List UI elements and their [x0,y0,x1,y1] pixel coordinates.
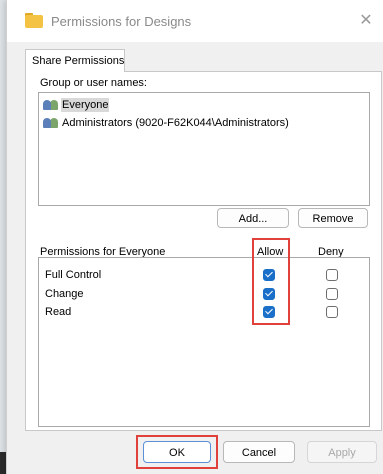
permissions-dialog: Permissions for Designs ✕ Share Permissi… [6,0,383,474]
cancel-button[interactable]: Cancel [223,441,295,463]
tab-label: Share Permissions [32,55,125,67]
user-name: Everyone [61,98,110,112]
apply-button[interactable]: Apply [307,441,377,463]
users-group-icon [43,117,61,129]
close-icon: ✕ [359,12,373,29]
user-name: Administrators (9020-F62K044\Administrat… [62,117,289,129]
user-list[interactable]: Everyone Administrators (9020-F62K044\Ad… [38,92,370,206]
full-control-deny-checkbox[interactable] [326,269,338,281]
add-button[interactable]: Add... [217,208,289,228]
read-allow-checkbox[interactable] [263,306,275,318]
folder-icon [25,13,43,28]
users-group-icon [43,99,61,111]
remove-button[interactable]: Remove [298,208,368,228]
read-deny-checkbox[interactable] [326,306,338,318]
ok-button[interactable]: OK [143,441,211,463]
window-title: Permissions for Designs [51,14,192,29]
change-deny-checkbox[interactable] [326,288,338,300]
user-row-everyone[interactable]: Everyone [41,97,341,113]
tab-share-permissions[interactable]: Share Permissions [25,49,125,72]
permissions-list: Full Control Change Read [38,257,370,427]
permission-name-read: Read [45,306,72,318]
group-or-user-names-label: Group or user names: [40,77,147,89]
full-control-allow-checkbox[interactable] [263,269,275,281]
change-allow-checkbox[interactable] [263,288,275,300]
share-permissions-panel: Group or user names: Everyone Administra… [25,71,382,431]
permission-name-full-control: Full Control [45,269,102,281]
permission-name-change: Change [45,288,84,300]
user-row-administrators[interactable]: Administrators (9020-F62K044\Administrat… [41,115,341,131]
close-button[interactable]: ✕ [355,10,377,32]
title-bar: Permissions for Designs ✕ [7,0,383,42]
